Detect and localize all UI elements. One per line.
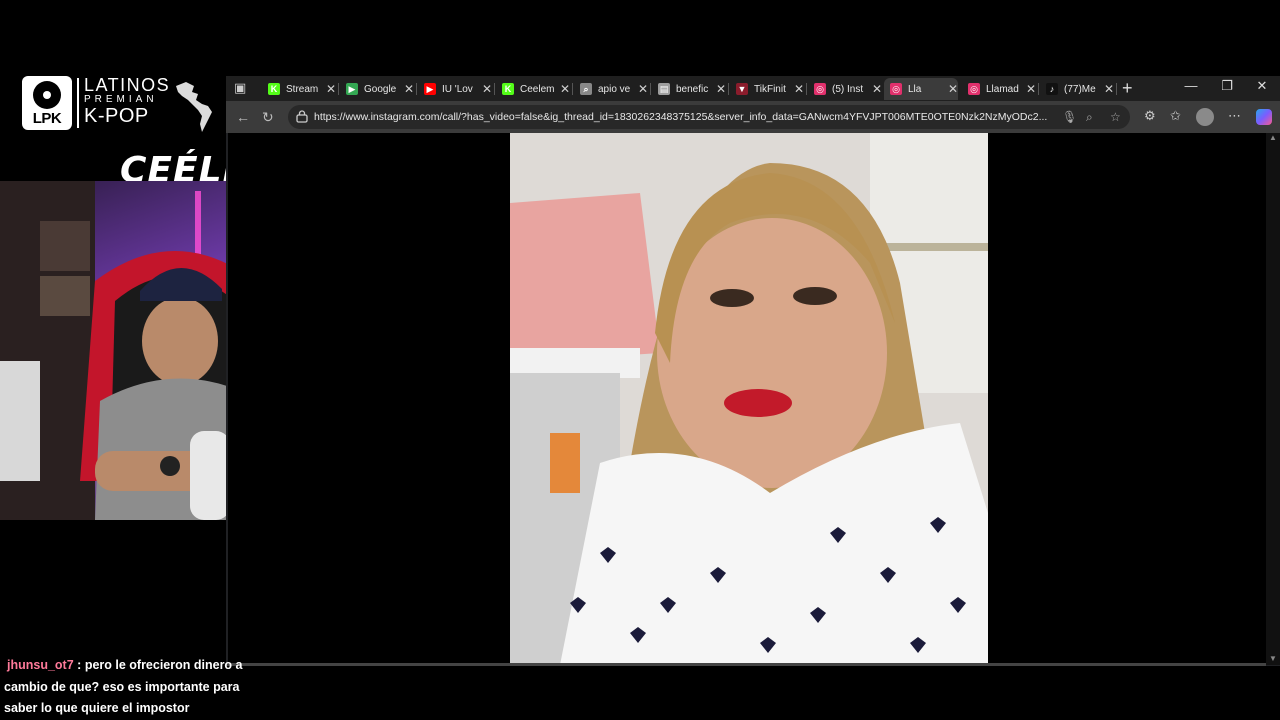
chat-message: jhunsu_ot7 : pero le ofrecieron dinero a… xyxy=(4,655,274,720)
extensions-icon[interactable]: ⚙ xyxy=(1144,108,1156,124)
browser-toolbar: ← ↻ https://www.instagram.com/call/?has_… xyxy=(226,101,1280,133)
tab-label: TikFinit xyxy=(754,83,786,95)
vertical-scrollbar[interactable]: ▲ ▼ xyxy=(1266,133,1280,665)
kick-icon: K xyxy=(502,83,514,95)
tab-label: benefic xyxy=(676,83,709,95)
restore-button[interactable]: ❐ xyxy=(1215,78,1239,94)
tab-4[interactable]: K Ceelem ✕ xyxy=(496,78,573,100)
site-info-icon[interactable] xyxy=(296,110,308,123)
favorites-icon[interactable]: ✩ xyxy=(1170,108,1181,124)
scroll-up-icon[interactable]: ▲ xyxy=(1269,133,1277,142)
tab-label: Lla xyxy=(908,83,922,95)
copilot-icon[interactable] xyxy=(1256,109,1272,125)
tab-separator xyxy=(650,83,651,95)
americas-map-icon xyxy=(176,82,212,132)
tab-label: Llamad xyxy=(986,83,1019,95)
vinyl-disc-icon xyxy=(33,81,61,109)
chat-username: jhunsu_ot7 xyxy=(7,658,74,672)
instagram-icon: ◎ xyxy=(968,83,980,95)
page-icon: ▤ xyxy=(658,83,670,95)
tab-8[interactable]: ◎ (5) Inst ✕ xyxy=(808,78,885,100)
minimize-button[interactable]: — xyxy=(1179,78,1203,93)
close-tab-icon[interactable]: ✕ xyxy=(560,82,570,96)
tab-separator xyxy=(572,83,573,95)
tab-label: Google xyxy=(364,83,397,95)
tab-label: (5) Inst xyxy=(832,83,864,95)
close-tab-icon[interactable]: ✕ xyxy=(1026,82,1036,96)
logo-badge-text: LPK xyxy=(32,110,62,127)
logo-line-latinos: LATINOS xyxy=(84,75,171,95)
youtube-icon: ▶ xyxy=(424,83,436,95)
microphone-icon[interactable]: 🎙 xyxy=(1062,110,1077,124)
instagram-icon: ◎ xyxy=(890,83,902,95)
instagram-icon: ◎ xyxy=(814,83,826,95)
tab-separator xyxy=(1038,83,1039,95)
close-window-button[interactable]: ✕ xyxy=(1250,78,1274,94)
tab-2[interactable]: ▶ Google ✕ xyxy=(340,78,417,100)
new-tab-button[interactable]: + xyxy=(1122,79,1133,97)
tab-3[interactable]: ▶ IU 'Lov ✕ xyxy=(418,78,495,100)
profile-avatar[interactable] xyxy=(1196,108,1214,126)
tab-10[interactable]: ◎ Llamad ✕ xyxy=(962,78,1039,100)
tab-separator xyxy=(1116,83,1117,95)
close-tab-icon[interactable]: ✕ xyxy=(638,82,648,96)
tab-separator xyxy=(338,83,339,95)
search-icon: ⌕ xyxy=(580,83,592,95)
tab-label: Stream xyxy=(286,83,319,95)
close-tab-icon[interactable]: ✕ xyxy=(404,82,414,96)
logo-divider xyxy=(77,78,79,128)
google-meet-icon: ▶ xyxy=(346,83,358,95)
tab-label: apio ve xyxy=(598,83,631,95)
tab-separator xyxy=(494,83,495,95)
tab-7[interactable]: ▼ TikFinit ✕ xyxy=(730,78,807,100)
chat-separator: : xyxy=(77,658,82,672)
tab-5[interactable]: ⌕ apio ve ✕ xyxy=(574,78,651,100)
horizontal-scrollbar[interactable] xyxy=(226,663,1266,666)
browser-window: ▣ K Stream ✕ ▶ Google ✕ ▶ IU 'Lov ✕ K Ceelem ✕ ⌕ apio… xyxy=(226,76,1280,666)
tikfinity-icon: ▼ xyxy=(736,83,748,95)
more-menu-icon[interactable]: ⋯ xyxy=(1228,108,1241,124)
kick-icon: K xyxy=(268,83,280,95)
tab-11[interactable]: ♪ (77)Me ✕ xyxy=(1040,78,1117,100)
back-button[interactable]: ← xyxy=(236,109,250,125)
tab-1[interactable]: K Stream ✕ xyxy=(262,78,339,100)
tab-separator xyxy=(728,83,729,95)
logo-line-kpop: K-POP xyxy=(84,105,149,127)
favorite-star-icon[interactable]: ☆ xyxy=(1110,110,1121,124)
tab-label: (77)Me xyxy=(1064,83,1096,95)
tab-9[interactable]: ◎ Lla ✕ xyxy=(884,78,958,100)
tab-separator xyxy=(416,83,417,95)
close-tab-icon[interactable]: ✕ xyxy=(716,82,726,96)
tab-separator xyxy=(806,83,807,95)
close-tab-icon[interactable]: ✕ xyxy=(794,82,804,96)
channel-logo: LPK LATINOS PREMIAN K-POP xyxy=(22,76,222,134)
stream-frame: LPK LATINOS PREMIAN K-POP CEÉLE ▣ K Stre… xyxy=(0,0,1280,720)
close-tab-icon[interactable]: ✕ xyxy=(326,82,336,96)
call-video-feed xyxy=(510,133,988,665)
logo-wordmark: LATINOS PREMIAN K-POP xyxy=(84,76,170,126)
close-tab-icon[interactable]: ✕ xyxy=(482,82,492,96)
close-tab-icon[interactable]: ✕ xyxy=(872,82,882,96)
tiktok-icon: ♪ xyxy=(1046,83,1058,95)
tab-actions-icon[interactable]: ▣ xyxy=(234,80,250,96)
scroll-down-icon[interactable]: ▼ xyxy=(1269,654,1277,663)
close-tab-icon[interactable]: ✕ xyxy=(1104,82,1114,96)
url-text[interactable]: https://www.instagram.com/call/?has_vide… xyxy=(314,111,1054,123)
zoom-icon[interactable]: ⌕ xyxy=(1086,110,1093,125)
tab-label: Ceelem xyxy=(520,83,554,95)
tab-6[interactable]: ▤ benefic ✕ xyxy=(652,78,729,100)
lpk-badge: LPK xyxy=(22,76,72,130)
close-tab-icon[interactable]: ✕ xyxy=(948,82,958,96)
call-video-scene xyxy=(510,133,988,665)
reload-button[interactable]: ↻ xyxy=(262,109,274,126)
tab-label: IU 'Lov xyxy=(442,83,473,95)
address-bar[interactable]: https://www.instagram.com/call/?has_vide… xyxy=(288,105,1130,129)
tab-strip: ▣ K Stream ✕ ▶ Google ✕ ▶ IU 'Lov ✕ K Ceelem ✕ ⌕ apio… xyxy=(226,76,1280,101)
page-viewport xyxy=(228,133,1266,665)
